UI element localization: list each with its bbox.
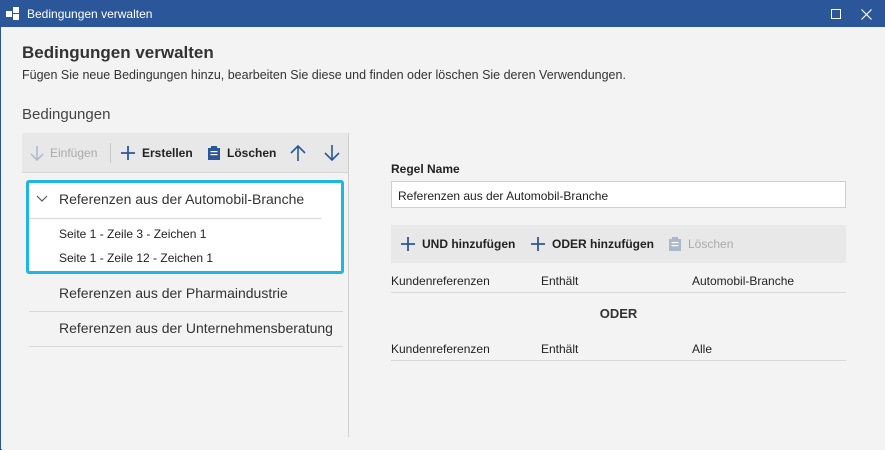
dialog-content: Bedingungen verwalten Fügen Sie neue Bed… xyxy=(2,27,885,450)
condition-item-selected[interactable]: Referenzen aus der Automobil-Branche Sei… xyxy=(26,180,344,274)
toolbar-separator xyxy=(110,143,111,163)
rule-name-label: Regel Name xyxy=(391,162,460,176)
conditions-section-label: Bedingungen xyxy=(22,106,111,123)
add-or-button[interactable]: ODER hinzufügen xyxy=(530,225,654,263)
condition-operator: Enthält xyxy=(541,274,579,288)
condition-item[interactable]: Referenzen aus der Pharmaindustrie xyxy=(29,277,343,312)
delete-label: Löschen xyxy=(227,146,277,160)
title-bar[interactable]: Bedingungen verwalten xyxy=(1,1,884,27)
add-or-label: ODER hinzufügen xyxy=(552,237,654,251)
condition-row[interactable]: Kundenreferenzen Enthält Alle xyxy=(391,336,846,361)
create-label: Erstellen xyxy=(142,146,193,160)
clipboard-delete-icon xyxy=(208,146,220,160)
window-title: Bedingungen verwalten xyxy=(27,7,153,21)
page-description: Fügen Sie neue Bedingungen hinzu, bearbe… xyxy=(22,68,626,82)
insert-button[interactable]: Einfügen xyxy=(30,133,97,173)
maximize-button[interactable] xyxy=(823,1,849,27)
divider xyxy=(29,218,321,219)
condition-value: Alle xyxy=(692,342,713,356)
arrow-up-icon xyxy=(290,144,306,161)
create-button[interactable]: Erstellen xyxy=(120,133,193,173)
move-down-button[interactable] xyxy=(324,133,340,173)
condition-row[interactable]: Kundenreferenzen Enthält Automobil-Branc… xyxy=(391,268,846,293)
close-icon xyxy=(860,9,872,20)
condition-item[interactable]: Referenzen aus der Unternehmensberatung xyxy=(29,312,343,347)
or-connector-label: ODER xyxy=(599,306,638,321)
plus-icon xyxy=(531,237,545,251)
close-button[interactable] xyxy=(853,1,879,27)
conditions-toolbar: Einfügen Erstellen Löschen xyxy=(22,133,348,173)
condition-field: Kundenreferenzen xyxy=(391,342,490,356)
usage-item[interactable]: Seite 1 - Zeile 3 - Zeichen 1 xyxy=(59,227,206,241)
condition-item-label: Referenzen aus der Pharmaindustrie xyxy=(59,285,288,301)
arrow-down-icon xyxy=(30,146,44,161)
delete-button[interactable]: Löschen xyxy=(207,133,276,173)
plus-icon xyxy=(401,237,415,251)
arrow-down-icon xyxy=(324,145,340,162)
clipboard-delete-icon xyxy=(669,237,681,251)
condition-item-label: Referenzen aus der Automobil-Branche xyxy=(59,191,305,207)
rule-name-input[interactable]: Referenzen aus der Automobil-Branche xyxy=(391,181,846,208)
app-icon xyxy=(6,7,19,20)
panel-divider xyxy=(348,133,349,437)
rule-delete-button[interactable]: Löschen xyxy=(668,225,733,263)
rule-toolbar: UND hinzufügen ODER hinzufügen Löschen xyxy=(391,225,846,263)
dialog-window: Bedingungen verwalten Bedingungen verwal… xyxy=(0,0,885,450)
usage-item[interactable]: Seite 1 - Zeile 12 - Zeichen 1 xyxy=(59,251,213,265)
condition-operator: Enthält xyxy=(541,342,579,356)
condition-field: Kundenreferenzen xyxy=(391,274,490,288)
condition-item-label: Referenzen aus der Unternehmensberatung xyxy=(59,320,333,336)
add-and-label: UND hinzufügen xyxy=(422,237,516,251)
chevron-down-icon[interactable] xyxy=(35,193,49,205)
insert-label: Einfügen xyxy=(50,146,98,160)
plus-icon xyxy=(121,146,135,160)
maximize-icon xyxy=(831,9,841,19)
rule-delete-label: Löschen xyxy=(688,237,734,251)
page-title: Bedingungen verwalten xyxy=(22,43,214,62)
add-and-button[interactable]: UND hinzufügen xyxy=(400,225,515,263)
condition-value: Automobil-Branche xyxy=(692,274,795,288)
move-up-button[interactable] xyxy=(290,133,306,173)
